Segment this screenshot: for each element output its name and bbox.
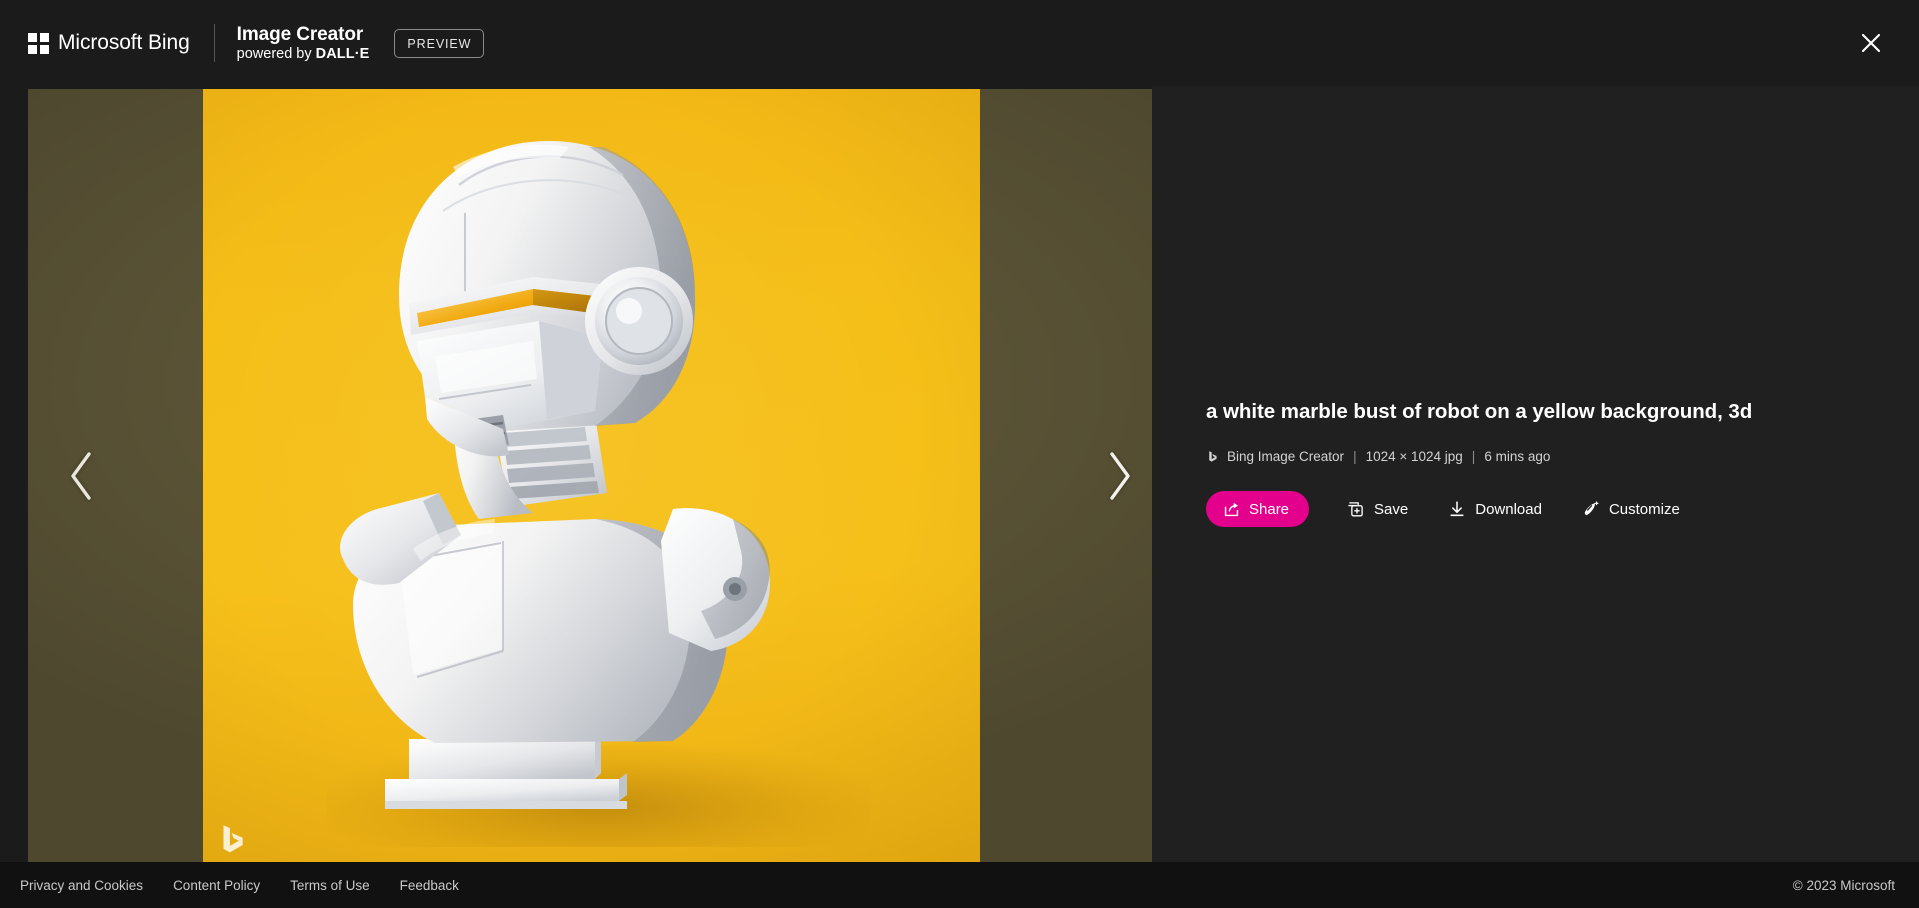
microsoft-bing-logo[interactable]: Microsoft Bing [28, 0, 190, 86]
footer-copyright: © 2023 Microsoft [1792, 877, 1895, 893]
customize-button-label: Customize [1608, 500, 1680, 518]
save-button-label: Save [1374, 500, 1409, 518]
bing-watermark-icon [223, 825, 243, 853]
download-button[interactable]: Download [1432, 491, 1558, 527]
next-image-chevron-icon[interactable] [1088, 424, 1150, 528]
header-divider [213, 24, 215, 62]
download-button-label: Download [1475, 500, 1542, 518]
bing-b-icon [1206, 448, 1219, 465]
prompt-text: a white marble bust of robot on a yellow… [1206, 400, 1753, 423]
action-button-row: Share Save Download Customize [1206, 491, 1846, 528]
share-button[interactable]: Share [1206, 491, 1310, 528]
product-subtitle-model: DALL·E [315, 46, 370, 63]
product-subtitle: powered by DALL·E [237, 46, 370, 62]
previous-image-chevron-icon[interactable] [50, 424, 112, 528]
footer-link-terms[interactable]: Terms of Use [290, 878, 370, 893]
collections-add-icon [1347, 500, 1365, 518]
microsoft-grid-icon [28, 32, 49, 54]
customize-button[interactable]: Customize [1566, 491, 1696, 527]
app-header: Microsoft Bing Image Creator powered by … [0, 0, 1919, 86]
close-icon[interactable] [1849, 21, 1893, 65]
robot-bust-artwork [340, 141, 770, 809]
image-detail-panel: a white marble bust of robot on a yellow… [1152, 86, 1919, 862]
footer-link-content-policy[interactable]: Content Policy [173, 878, 260, 893]
footer-link-privacy[interactable]: Privacy and Cookies [20, 878, 143, 893]
product-title: Image Creator [236, 23, 364, 45]
save-button[interactable]: Save [1331, 491, 1424, 527]
preview-badge[interactable]: PREVIEW [394, 28, 485, 58]
metadata-separator-2: | [1471, 449, 1476, 465]
metadata-source: Bing Image Creator [1227, 449, 1345, 465]
download-icon [1448, 500, 1466, 518]
generated-image[interactable] [203, 89, 980, 862]
microsoft-bing-wordmark: Microsoft Bing [58, 31, 190, 54]
metadata-separator-1: | [1353, 449, 1357, 465]
metadata-dimensions: 1024 × 1024 jpg [1365, 449, 1463, 465]
image-metadata: Bing Image Creator | 1024 × 1024 jpg | 6… [1206, 448, 1846, 465]
share-button-label: Share [1249, 500, 1290, 518]
app-footer: Privacy and Cookies Content Policy Terms… [0, 862, 1919, 908]
product-branding: Image Creator powered by DALL·E [237, 24, 370, 63]
share-icon [1223, 501, 1240, 518]
footer-link-list: Privacy and Cookies Content Policy Terms… [20, 878, 489, 893]
footer-link-feedback[interactable]: Feedback [400, 878, 459, 893]
metadata-time: 6 mins ago [1484, 449, 1551, 465]
magic-wand-icon [1582, 500, 1600, 518]
product-subtitle-prefix: powered by [236, 46, 316, 63]
image-viewer-stage [28, 89, 1152, 862]
